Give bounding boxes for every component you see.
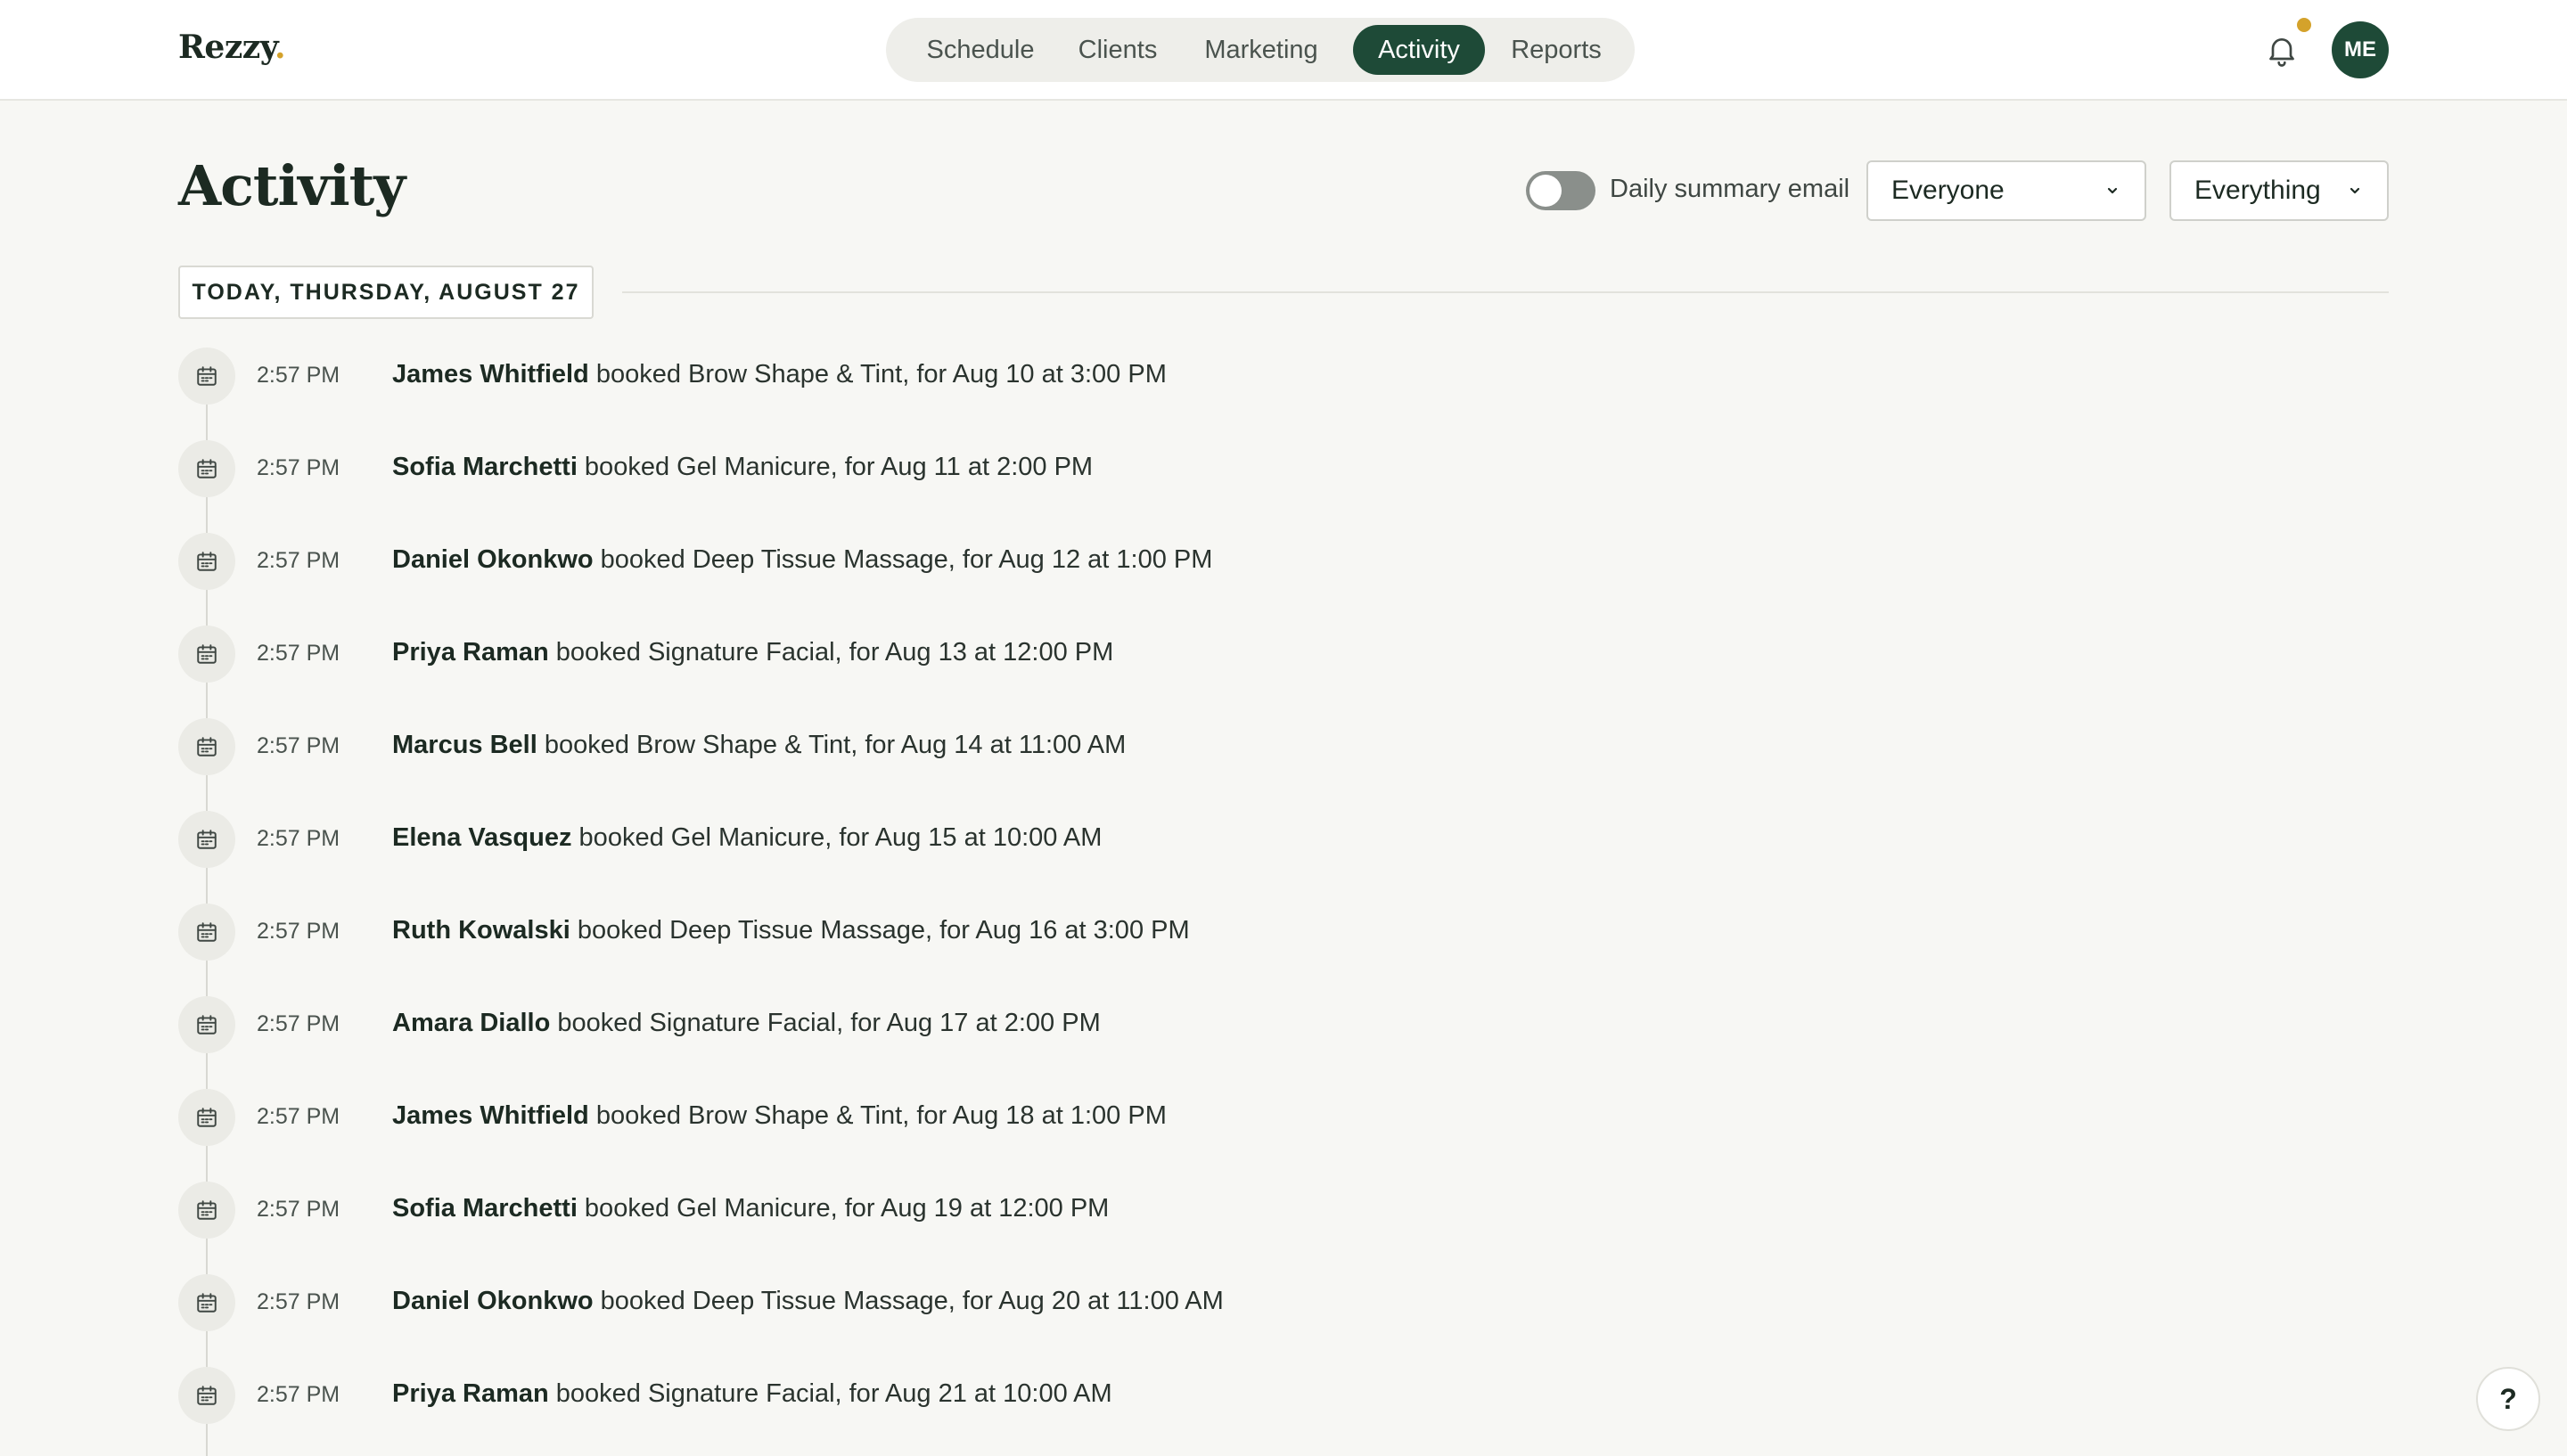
activity-description: booked Deep Tissue Massage, for Aug 12 a… bbox=[593, 545, 1213, 574]
activity-time: 2:57 PM bbox=[257, 1197, 340, 1222]
activity-text: Sofia Marchetti booked Gel Manicure, for… bbox=[392, 453, 1093, 482]
client-name[interactable]: James Whitfield bbox=[392, 360, 589, 389]
client-name[interactable]: James Whitfield bbox=[392, 1101, 589, 1130]
client-name[interactable]: Elena Vasquez bbox=[392, 823, 572, 852]
activity-description: booked Gel Manicure, for Aug 19 at 12:00… bbox=[577, 1194, 1110, 1223]
brand-logo[interactable]: Rezzy. bbox=[178, 29, 286, 66]
toggle-knob bbox=[1530, 175, 1562, 207]
client-name[interactable]: Priya Raman bbox=[392, 1379, 549, 1408]
activity-time: 2:57 PM bbox=[257, 1289, 340, 1314]
calendar-icon bbox=[178, 904, 235, 961]
activity-time: 2:57 PM bbox=[257, 1104, 340, 1129]
client-name[interactable]: Marcus Bell bbox=[392, 731, 537, 759]
activity-description: booked Signature Facial, for Aug 21 at 1… bbox=[548, 1379, 1112, 1408]
calendar-icon bbox=[178, 718, 235, 775]
activity-time: 2:57 PM bbox=[257, 1382, 340, 1407]
activity-text: Amara Diallo booked Signature Facial, fo… bbox=[392, 1009, 1101, 1038]
activity-row[interactable]: 2:57 PM Sofia Marchetti booked Gel Manicu… bbox=[178, 1182, 1604, 1239]
tab-marketing[interactable]: Marketing bbox=[1185, 25, 1337, 75]
date-heading: TODAY, THURSDAY, AUGUST 27 bbox=[178, 266, 594, 319]
type-filter-select[interactable]: Everything bbox=[2169, 160, 2389, 221]
activity-description: booked Brow Shape & Tint, for Aug 18 at … bbox=[588, 1101, 1167, 1130]
calendar-icon bbox=[178, 1089, 235, 1146]
tab-schedule[interactable]: Schedule bbox=[900, 25, 1061, 75]
page-title: Activity bbox=[178, 153, 406, 218]
activity-description: booked Deep Tissue Massage, for Aug 20 a… bbox=[593, 1287, 1224, 1315]
brand-dot: . bbox=[275, 29, 286, 66]
activity-description: booked Signature Facial, for Aug 13 at 1… bbox=[548, 638, 1114, 667]
activity-row[interactable]: 2:57 PM Marcus Bell booked Brow Shape & T… bbox=[178, 718, 1604, 775]
help-button[interactable]: ? bbox=[2476, 1367, 2540, 1431]
activity-text: James Whitfield booked Brow Shape & Tint… bbox=[392, 360, 1167, 389]
activity-row[interactable]: 2:57 PM Daniel Okonkwo booked Deep Tissue… bbox=[178, 1274, 1604, 1331]
activity-description: booked Brow Shape & Tint, for Aug 14 at … bbox=[537, 731, 1127, 759]
calendar-icon bbox=[178, 1182, 235, 1239]
activity-row[interactable]: 2:57 PM Amara Diallo booked Signature Fac… bbox=[178, 996, 1604, 1053]
notification-dot bbox=[2297, 18, 2311, 32]
people-filter-select[interactable]: Everyone bbox=[1866, 160, 2146, 221]
tab-clients[interactable]: Clients bbox=[1061, 25, 1175, 75]
client-name[interactable]: Sofia Marchetti bbox=[392, 1194, 578, 1223]
calendar-icon bbox=[178, 811, 235, 868]
daily-summary-label: Daily summary email bbox=[1610, 175, 1850, 203]
activity-row[interactable]: 2:57 PM James Whitfield booked Brow Shape… bbox=[178, 348, 1604, 405]
activity-time: 2:57 PM bbox=[257, 455, 340, 480]
activity-row[interactable]: 2:57 PM Sofia Marchetti booked Gel Manicu… bbox=[178, 440, 1604, 497]
activity-row[interactable]: 2:57 PM Elena Vasquez booked Gel Manicure… bbox=[178, 811, 1604, 868]
activity-text: Ruth Kowalski booked Deep Tissue Massage… bbox=[392, 916, 1190, 945]
activity-row[interactable]: 2:57 PM James Whitfield booked Brow Shape… bbox=[178, 1089, 1604, 1146]
activity-text: Marcus Bell booked Brow Shape & Tint, fo… bbox=[392, 731, 1126, 760]
top-bar: Rezzy. Schedule Clients Marketing Activi… bbox=[0, 0, 2567, 101]
activity-text: Priya Raman booked Signature Facial, for… bbox=[392, 1379, 1112, 1409]
activity-text: Elena Vasquez booked Gel Manicure, for A… bbox=[392, 823, 1102, 853]
activity-description: booked Brow Shape & Tint, for Aug 10 at … bbox=[588, 360, 1167, 389]
activity-time: 2:57 PM bbox=[257, 363, 340, 388]
client-name[interactable]: Ruth Kowalski bbox=[392, 916, 570, 945]
calendar-icon bbox=[178, 1274, 235, 1331]
activity-row[interactable]: 2:57 PM Daniel Okonkwo booked Deep Tissue… bbox=[178, 533, 1604, 590]
client-name[interactable]: Priya Raman bbox=[392, 638, 549, 667]
activity-description: booked Gel Manicure, for Aug 15 at 10:00… bbox=[571, 823, 1103, 852]
chevron-down-icon bbox=[2350, 187, 2360, 194]
type-filter-value: Everything bbox=[2194, 176, 2321, 205]
activity-text: Daniel Okonkwo booked Deep Tissue Massag… bbox=[392, 545, 1212, 575]
calendar-icon bbox=[178, 996, 235, 1053]
activity-time: 2:57 PM bbox=[257, 641, 340, 666]
activity-time: 2:57 PM bbox=[257, 1011, 340, 1036]
activity-text: Daniel Okonkwo booked Deep Tissue Massag… bbox=[392, 1287, 1224, 1316]
client-name[interactable]: Daniel Okonkwo bbox=[392, 1287, 594, 1315]
tab-activity[interactable]: Activity bbox=[1353, 25, 1485, 75]
activity-description: booked Signature Facial, for Aug 17 at 2… bbox=[550, 1009, 1101, 1037]
activity-time: 2:57 PM bbox=[257, 548, 340, 573]
activity-description: booked Deep Tissue Massage, for Aug 16 a… bbox=[570, 916, 1190, 945]
people-filter-value: Everyone bbox=[1891, 176, 2005, 205]
activity-row[interactable]: 2:57 PM Ruth Kowalski booked Deep Tissue … bbox=[178, 904, 1604, 961]
calendar-icon bbox=[178, 440, 235, 497]
activity-text: Sofia Marchetti booked Gel Manicure, for… bbox=[392, 1194, 1109, 1223]
activity-row[interactable]: 2:57 PM Priya Raman booked Signature Faci… bbox=[178, 626, 1604, 683]
calendar-icon bbox=[178, 626, 235, 683]
main-nav: Schedule Clients Marketing Activity Repo… bbox=[886, 18, 1635, 82]
activity-time: 2:57 PM bbox=[257, 919, 340, 944]
date-divider bbox=[622, 291, 2389, 293]
client-name[interactable]: Daniel Okonkwo bbox=[392, 545, 594, 574]
calendar-icon bbox=[178, 1367, 235, 1424]
activity-row[interactable]: 2:57 PM Priya Raman booked Signature Faci… bbox=[178, 1367, 1604, 1424]
calendar-icon bbox=[178, 348, 235, 405]
user-avatar[interactable]: ME bbox=[2332, 21, 2389, 78]
activity-text: James Whitfield booked Brow Shape & Tint… bbox=[392, 1101, 1167, 1131]
tab-reports[interactable]: Reports bbox=[1496, 25, 1617, 75]
brand-name: Rezzy bbox=[178, 29, 275, 66]
calendar-icon bbox=[178, 533, 235, 590]
chevron-down-icon bbox=[2107, 187, 2118, 194]
client-name[interactable]: Sofia Marchetti bbox=[392, 453, 578, 481]
activity-text: Priya Raman booked Signature Facial, for… bbox=[392, 638, 1113, 667]
daily-summary-toggle[interactable] bbox=[1526, 171, 1595, 210]
client-name[interactable]: Amara Diallo bbox=[392, 1009, 550, 1037]
activity-time: 2:57 PM bbox=[257, 826, 340, 851]
activity-description: booked Gel Manicure, for Aug 11 at 2:00 … bbox=[577, 453, 1094, 481]
activity-time: 2:57 PM bbox=[257, 733, 340, 758]
bell-icon[interactable] bbox=[2264, 32, 2300, 68]
